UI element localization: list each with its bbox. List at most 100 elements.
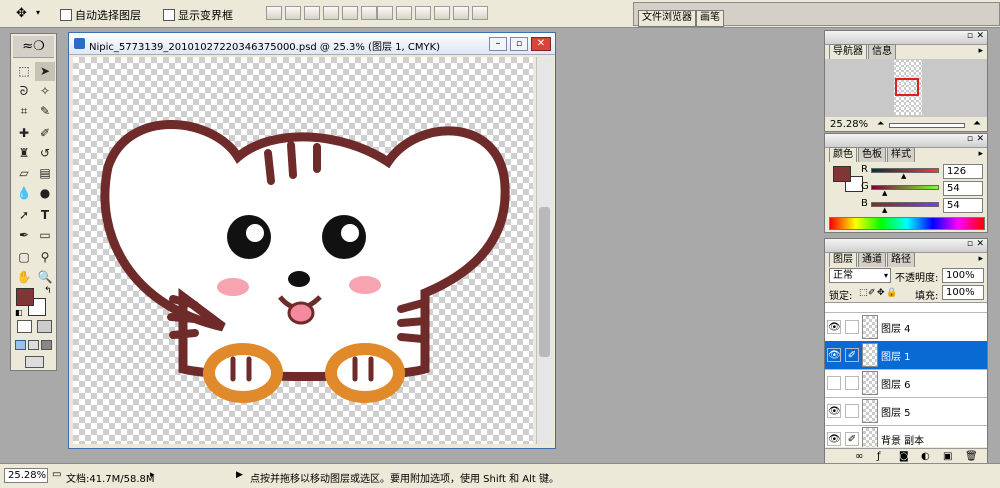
navigator-preview[interactable] [825, 59, 987, 117]
lock-position-icon[interactable]: ✥ [877, 289, 886, 298]
layer-style-icon[interactable]: ƒ [877, 451, 881, 462]
layer-link-brush-icon[interactable] [845, 320, 859, 334]
tab-swatches[interactable]: 色板 [858, 147, 886, 162]
minimize-panel-icon[interactable]: ▫ [967, 31, 973, 41]
standard-screen-icon[interactable] [15, 340, 26, 350]
visibility-eye-icon[interactable]: 👁 [827, 432, 841, 446]
channel-value-field[interactable]: 54 [943, 181, 983, 196]
distribute-vcenter-button[interactable] [396, 6, 412, 20]
close-panel-icon[interactable]: ✕ [976, 239, 984, 249]
align-hcenter-button[interactable] [342, 6, 358, 20]
channel-value-field[interactable]: 54 [943, 198, 983, 213]
blur-tool-icon[interactable]: 💧 [14, 184, 34, 203]
layer-row[interactable]: 👁 ✐ 图层 1 [825, 341, 987, 370]
layer-link-brush-icon[interactable] [845, 376, 859, 390]
checkbox-box[interactable] [163, 9, 175, 21]
swap-colors-icon[interactable]: ↰ [44, 286, 52, 296]
lock-icons[interactable]: ⬚✐✥🔒 [859, 287, 897, 298]
layer-row[interactable]: 图层 6 [825, 369, 987, 398]
document-info-icon[interactable]: ▭ [52, 469, 61, 480]
layer-thumbnail[interactable] [862, 343, 878, 367]
slice-tool-icon[interactable]: ✎ [35, 102, 55, 121]
align-vcenter-button[interactable] [285, 6, 301, 20]
zoom-out-icon[interactable]: ⏶ [877, 119, 884, 129]
brush-tool-icon[interactable]: ✐ [35, 124, 55, 143]
channel-slider-knob[interactable]: ▲ [882, 189, 887, 197]
color-fg-swatch[interactable] [833, 166, 851, 182]
align-bottom-button[interactable] [304, 6, 320, 20]
tab-channels[interactable]: 通道 [858, 252, 886, 267]
lasso-tool-icon[interactable]: ᘐ [14, 82, 34, 101]
tab-color[interactable]: 颜色 [829, 147, 857, 162]
channel-slider-knob[interactable]: ▲ [882, 206, 887, 214]
panel-titlebar[interactable]: ▫ ✕ [825, 134, 987, 148]
panel-titlebar[interactable]: ▫ ✕ [825, 31, 987, 45]
move-tool-icon[interactable]: ➤ [35, 62, 55, 81]
standard-mode-icon[interactable] [17, 320, 32, 333]
status-menu-icon[interactable]: ▸ [150, 470, 155, 480]
eraser-tool-icon[interactable]: ▱ [14, 164, 34, 183]
show-bounding-box-checkbox[interactable]: 显示变界框 [163, 7, 233, 23]
hand-tool-icon[interactable]: ✋ [14, 268, 34, 287]
distribute-right-button[interactable] [472, 6, 488, 20]
full-screen-icon[interactable] [41, 340, 52, 350]
layer-link-brush-icon[interactable]: ✐ [845, 432, 859, 446]
scrollbar-thumb[interactable] [539, 207, 550, 357]
gradient-tool-icon[interactable]: ▤ [35, 164, 55, 183]
lock-image-icon[interactable]: ✐ [868, 289, 877, 298]
type-tool-icon[interactable]: T [35, 206, 55, 225]
align-left-button[interactable] [323, 6, 339, 20]
magic-wand-tool-icon[interactable]: ✧ [35, 82, 55, 101]
panel-menu-icon[interactable]: ▸ [978, 149, 983, 159]
marquee-tool-icon[interactable]: ⬚ [14, 62, 34, 81]
layer-thumbnail[interactable] [862, 315, 878, 339]
layer-link-brush-icon[interactable] [845, 404, 859, 418]
foreground-color-swatch[interactable] [16, 288, 34, 306]
tab-navigator[interactable]: 导航器 [829, 44, 867, 59]
clone-stamp-tool-icon[interactable]: ♜ [14, 144, 34, 163]
eyedropper-tool-icon[interactable]: ⚲ [35, 248, 55, 267]
navigator-zoom-field[interactable]: 25.28% [827, 118, 869, 133]
tab-info[interactable]: 信息 [868, 44, 896, 59]
panel-menu-icon[interactable]: ▸ [978, 254, 983, 264]
blend-mode-select[interactable]: 正常 ▾ [829, 268, 891, 283]
visibility-eye-icon[interactable]: 👁 [827, 348, 841, 362]
layer-row[interactable]: 👁 ✐ 背景 副本 [825, 425, 987, 447]
image-canvas[interactable] [73, 57, 533, 444]
layer-mask-icon[interactable]: ◙ [899, 451, 909, 462]
maximize-button[interactable]: ▫ [510, 37, 528, 51]
minimize-panel-icon[interactable]: ▫ [967, 134, 973, 144]
color-ramp[interactable] [829, 217, 985, 230]
tab-file-browser[interactable]: 文件浏览器 [638, 10, 696, 27]
align-top-button[interactable] [266, 6, 282, 20]
channel-slider-knob[interactable]: ▲ [901, 172, 906, 180]
minimize-button[interactable]: – [489, 37, 507, 51]
view-box[interactable] [895, 78, 919, 96]
delete-layer-icon[interactable]: 🗑 [965, 451, 978, 462]
feather-logo-icon[interactable]: ≈❍ [13, 36, 54, 58]
vertical-scrollbar[interactable] [536, 57, 553, 444]
opacity-field[interactable]: 100% [942, 268, 984, 283]
tab-paths[interactable]: 路径 [887, 252, 915, 267]
distribute-bottom-button[interactable] [415, 6, 431, 20]
visibility-eye-icon[interactable]: 👁 [827, 320, 841, 334]
path-selection-tool-icon[interactable]: ➚ [14, 206, 34, 225]
minimize-panel-icon[interactable]: ▫ [967, 239, 973, 249]
document-titlebar[interactable]: Nipic_5773139_20101027220346375000.psd @… [69, 33, 555, 55]
tool-preset-dropdown-icon[interactable]: ▾ [36, 8, 40, 17]
notes-tool-icon[interactable]: ▢ [14, 248, 34, 267]
distribute-hcenter-button[interactable] [453, 6, 469, 20]
auto-select-layer-checkbox[interactable]: 自动选择图层 [60, 7, 141, 23]
jump-to-imageready-icon[interactable] [25, 356, 44, 368]
channel-value-field[interactable]: 126 [943, 164, 983, 179]
lock-all-icon[interactable]: 🔒 [886, 289, 897, 298]
panel-menu-icon[interactable]: ▸ [978, 46, 983, 56]
pen-tool-icon[interactable]: ✒ [14, 226, 34, 245]
full-screen-menu-icon[interactable] [28, 340, 39, 350]
checkbox-box[interactable] [60, 9, 72, 21]
adjustment-layer-icon[interactable]: ◐ [921, 451, 930, 462]
layer-row[interactable]: 👁 图层 5 [825, 397, 987, 426]
tab-layers[interactable]: 图层 [829, 252, 857, 267]
layer-row[interactable]: 👁 图层 4 [825, 313, 987, 342]
visibility-eye-icon[interactable] [827, 376, 841, 390]
